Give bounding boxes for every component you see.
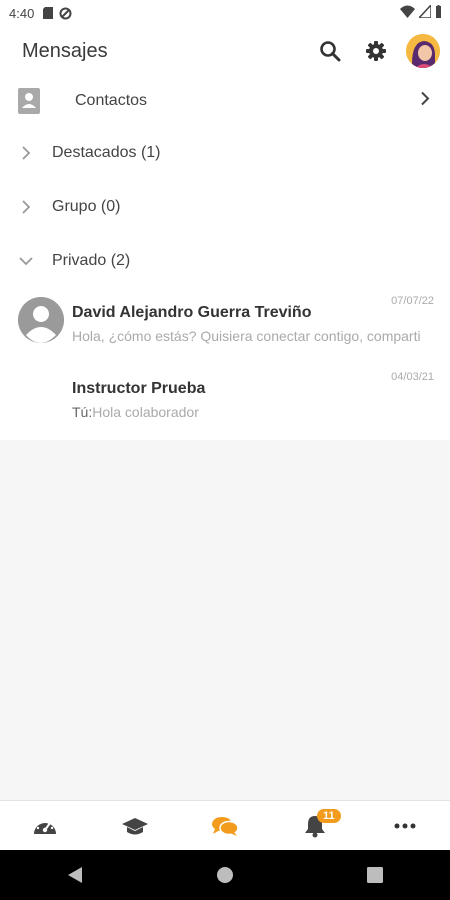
chevron-right-icon <box>22 146 31 160</box>
sender-prefix: Tú: <box>72 404 93 420</box>
sd-card-icon <box>43 7 54 19</box>
page-title: Mensajes <box>22 39 108 62</box>
bottom-nav: 11 <box>0 800 450 851</box>
contact-name: Instructor Prueba <box>72 380 206 397</box>
gear-icon <box>366 41 386 61</box>
settings-button[interactable] <box>360 35 392 67</box>
contacts-row[interactable]: Contactos <box>0 76 450 126</box>
section-featured[interactable]: Destacados (1) <box>0 126 450 180</box>
conversation-item[interactable]: Instructor Prueba Tú:Hola colaborador 04… <box>0 364 450 440</box>
message-preview: Hola, ¿cómo estás? Quisiera conectar con… <box>72 328 421 344</box>
search-button[interactable] <box>314 35 346 67</box>
nav-messages[interactable] <box>180 801 270 851</box>
status-bar: 4:40 <box>0 0 450 26</box>
profile-picture-icon <box>406 34 440 68</box>
message-date: 07/07/22 <box>391 295 434 307</box>
chevron-right-icon <box>22 200 31 214</box>
more-dots-icon <box>394 823 416 829</box>
contact-name: David Alejandro Guerra Treviño <box>72 304 312 321</box>
conversation-item[interactable]: David Alejandro Guerra Treviño Hola, ¿có… <box>0 288 450 364</box>
recents-icon[interactable] <box>367 867 384 883</box>
notification-badge: 11 <box>317 809 341 823</box>
status-time: 4:40 <box>9 5 35 21</box>
section-label: Destacados (1) <box>52 144 161 161</box>
avatar <box>18 297 64 343</box>
signal-icon <box>419 5 431 18</box>
chat-bubbles-icon <box>212 817 239 836</box>
section-private[interactable]: Privado (2) <box>0 234 450 288</box>
message-date: 04/03/21 <box>391 371 434 383</box>
system-nav-bar <box>0 850 450 900</box>
home-icon[interactable] <box>216 866 234 884</box>
user-avatar[interactable] <box>406 34 440 68</box>
nav-notifications[interactable]: 11 <box>270 801 360 851</box>
back-icon[interactable] <box>67 866 83 884</box>
battery-icon <box>436 5 441 18</box>
section-group[interactable]: Grupo (0) <box>0 180 450 234</box>
messages-list: Contactos Destacados (1) Grupo (0) Priva… <box>0 76 450 440</box>
dashboard-icon <box>34 819 56 834</box>
section-label: Privado (2) <box>52 252 131 269</box>
search-icon <box>320 41 341 62</box>
contacts-label: Contactos <box>75 92 148 109</box>
app-bar: Mensajes <box>0 26 450 76</box>
message-text: Hola colaborador <box>92 404 199 420</box>
default-user-icon <box>18 297 64 343</box>
nav-more[interactable] <box>360 801 450 851</box>
graduation-cap-icon <box>122 818 148 835</box>
nav-dashboard[interactable] <box>0 801 90 851</box>
chevron-right-icon <box>421 91 430 106</box>
empty-area <box>0 444 450 800</box>
nav-courses[interactable] <box>90 801 180 851</box>
data-saver-icon <box>59 7 72 19</box>
message-preview: Tú:Hola colaborador <box>72 404 434 420</box>
chevron-down-icon <box>19 257 33 266</box>
wifi-icon <box>400 5 415 18</box>
contacts-book-icon <box>18 88 40 114</box>
section-label: Grupo (0) <box>52 198 121 215</box>
